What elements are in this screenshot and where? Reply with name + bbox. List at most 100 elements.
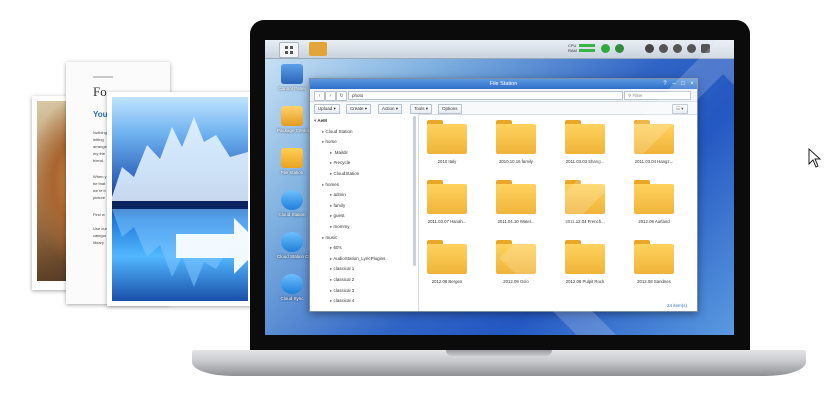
user-icon[interactable] — [659, 44, 668, 53]
folder-icon — [565, 240, 605, 274]
desktop-icon-package-center[interactable]: Package Center — [277, 106, 309, 133]
doc-text-line: Find w — [93, 212, 105, 217]
create-label: Create — [350, 106, 364, 111]
folder-name: 2011.03.03 Shang... — [565, 159, 605, 164]
desktop-icon-cloud-station-client[interactable]: Cloud Station Client — [277, 232, 317, 259]
folder-name: 2012.08 Oslo — [503, 279, 529, 284]
folder-item[interactable]: 2011.03.07 Hanah... — [422, 180, 472, 224]
maximize-icon[interactable]: □ — [679, 80, 687, 88]
folder-item[interactable]: 2011.12.04 French... — [560, 180, 610, 224]
options-button[interactable]: Options — [438, 104, 462, 114]
create-button[interactable]: Create ▾ — [346, 104, 372, 114]
taskbar: CPU RAM — [265, 40, 734, 59]
widgets-icon[interactable] — [687, 44, 696, 53]
doc-title: Fo — [93, 84, 107, 99]
desktop-icon-control-panel[interactable]: Control Panel — [277, 64, 307, 91]
tree-item[interactable]: ▸ #recycle — [330, 160, 350, 166]
cpu-meter — [579, 44, 595, 47]
upload-label: Upload — [318, 106, 333, 111]
desktop-icon-label: File Station — [280, 170, 304, 175]
tree-item-label: Cloud Station — [325, 128, 353, 134]
search-icon[interactable] — [673, 44, 682, 53]
folder-item[interactable]: 2012.08 Bergen — [422, 240, 472, 284]
doc-text-line: categor — [93, 233, 107, 238]
tree-item[interactable]: ▸ CloudStation — [330, 171, 359, 177]
tree-item-label: classical 3 — [333, 287, 355, 293]
tree-item[interactable]: ▸ classical 1 — [330, 266, 354, 272]
tree-item-label: admin — [333, 192, 346, 198]
forward-button[interactable]: › — [325, 91, 336, 101]
tree-item[interactable]: ▸ classical 2 — [330, 277, 354, 283]
folder-item[interactable]: 2012.08 Sandnes — [629, 240, 679, 284]
doc-text-line: my frie — [93, 151, 105, 156]
folder-icon — [634, 120, 674, 154]
refresh-button[interactable]: ↻ — [336, 91, 347, 101]
help-icon[interactable]: ? — [661, 80, 669, 88]
desktop-icon-file-station[interactable]: File Station — [277, 148, 307, 175]
folder-name: 2011.12.04 French... — [565, 219, 605, 224]
filter-input[interactable]: ⚲ Filter — [624, 91, 691, 100]
tree-item[interactable]: ▸ classical 3 — [330, 288, 354, 294]
tree-item-label: AudioStation_LyricPlugins — [333, 255, 386, 261]
folder-item[interactable]: 2011.03.03 Shang... — [560, 120, 610, 164]
tree-item[interactable]: ▸ 60's — [330, 245, 342, 251]
folder-icon — [565, 120, 605, 154]
tree-item-label: home — [325, 139, 337, 145]
folder-item[interactable]: 2011.03.04 Hangz... — [629, 120, 679, 164]
action-label: Action — [382, 106, 395, 111]
desktop-icon-label: Cloud Sync — [280, 296, 304, 301]
chat-icon[interactable] — [645, 44, 654, 53]
cloud-sync-icon — [281, 274, 303, 294]
window-titlebar[interactable]: File Station ? – □ × — [310, 79, 697, 89]
folder-item[interactable]: 2012.08 Pulpit Rock — [560, 240, 610, 284]
ram-label: RAM — [568, 48, 577, 53]
tree-item[interactable]: ▸ music — [322, 235, 337, 241]
tree-scrollbar[interactable] — [413, 116, 416, 266]
minimize-icon[interactable]: – — [670, 80, 678, 88]
cloud-sync-status-icon[interactable] — [615, 44, 624, 53]
desktop-icon-cloud-station[interactable]: Cloud Station — [277, 190, 307, 217]
tree-item[interactable]: ▸ home — [322, 139, 337, 145]
tree-item[interactable]: ▸ AudioStation_LyricPlugins — [330, 256, 385, 262]
tree-item[interactable]: ▸ guest — [330, 213, 345, 219]
action-button[interactable]: Action ▾ — [378, 104, 403, 114]
tree-item[interactable]: ▸ Cloud Station — [322, 129, 353, 135]
tree-item[interactable]: ▸ .Maildir — [330, 150, 348, 156]
tree-item[interactable]: ▸ classical 4 — [330, 298, 354, 304]
folder-item[interactable]: 2010.10.16 family — [491, 120, 541, 164]
window-icon[interactable] — [701, 44, 710, 53]
folder-item[interactable]: 2012.08 Oslo — [491, 240, 541, 284]
path-field[interactable]: photo — [348, 91, 623, 100]
view-mode-button[interactable]: ☷ ▾ — [672, 104, 688, 114]
file-station-window: File Station ? – □ × ‹ › ↻ photo ⚲ Filte… — [309, 78, 698, 312]
tools-label: Tools — [414, 106, 425, 111]
options-label: Options — [442, 106, 458, 111]
status-ok-icon[interactable] — [601, 44, 610, 53]
doc-text-line: When y — [93, 174, 107, 179]
back-button[interactable]: ‹ — [314, 91, 325, 101]
tools-button[interactable]: Tools ▾ — [410, 104, 433, 114]
tree-item-label: CloudStation — [333, 171, 360, 176]
folder-item[interactable]: 2010 Italy — [422, 120, 472, 164]
laptop-notch — [446, 350, 552, 356]
file-station-taskbar-button[interactable] — [309, 42, 327, 56]
cursor-icon — [808, 148, 822, 168]
tree-item[interactable]: ▸ homes — [322, 182, 339, 188]
folder-icon — [565, 180, 605, 214]
folder-name: 2012.08 Pulpit Rock — [565, 279, 605, 284]
folder-item[interactable]: 2011.04.10 Water... — [491, 180, 541, 224]
folder-item[interactable]: 2012.08 Aurland — [629, 180, 679, 224]
upload-button[interactable]: Upload ▾ — [314, 104, 340, 114]
folder-name: 2012.08 Sandnes — [637, 279, 671, 284]
doc-text-line: friend. — [93, 158, 105, 163]
folder-icon — [634, 240, 674, 274]
tree-item[interactable]: ▾ AeM — [314, 118, 327, 124]
tree-item[interactable]: ▸ family — [330, 203, 345, 209]
tree-item-label: classical 4 — [333, 298, 355, 304]
tree-item[interactable]: ▸ admin — [330, 192, 346, 198]
main-menu-button[interactable] — [279, 42, 299, 58]
close-icon[interactable]: × — [688, 80, 696, 88]
window-title: File Station — [489, 81, 518, 87]
desktop-icon-cloud-sync[interactable]: Cloud Sync — [277, 274, 307, 301]
tree-item[interactable]: ▸ mommy — [330, 224, 350, 230]
